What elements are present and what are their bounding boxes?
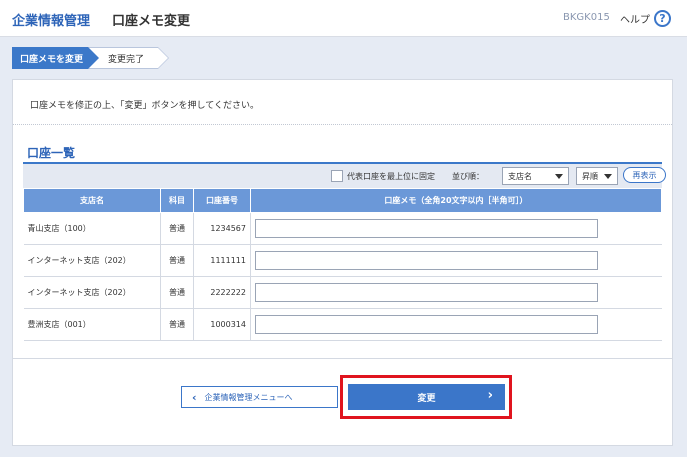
step-label: 変更完了: [108, 54, 145, 65]
table-row: インターネット支店（202） 普通 1111111: [23, 244, 662, 277]
help-link[interactable]: ヘルプ ?: [620, 7, 671, 29]
help-label: ヘルプ: [620, 14, 650, 26]
table-row: 青山支店（100） 普通 1234567: [23, 212, 662, 245]
caret-down-icon: [555, 174, 563, 179]
instruction-text: 口座メモを修正の上、「変更」ボタンを押してください。: [30, 101, 259, 111]
cell-number: 1234567: [193, 212, 251, 245]
table-row: 豊洲支店（001） 普通 1000314: [23, 308, 662, 341]
table-header-row: 支店名 科目 口座番号 口座メモ（全角20文字以内［半角可］）: [23, 188, 662, 213]
back-to-menu-button[interactable]: ‹ 企業情報管理メニューへ: [181, 386, 338, 408]
change-button-label: 変更: [417, 393, 436, 404]
back-button-label: 企業情報管理メニューへ: [204, 392, 293, 402]
caret-down-icon: [604, 174, 612, 179]
cell-memo: [250, 308, 662, 341]
sort-field-value: 支店名: [508, 171, 532, 181]
cell-branch: インターネット支店（202）: [23, 244, 161, 277]
cell-subject: 普通: [160, 308, 194, 341]
step-current: 口座メモを変更: [12, 47, 99, 69]
cell-subject: 普通: [160, 276, 194, 309]
cell-branch: 豊洲支店（001）: [23, 308, 161, 341]
cell-memo: [250, 212, 662, 245]
app-header: 企業情報管理 口座メモ変更 BKGK015 ヘルプ ?: [0, 0, 687, 37]
step-label: 口座メモを変更: [20, 54, 84, 65]
cell-branch: インターネット支店（202）: [23, 276, 161, 309]
section-title: 口座一覧: [27, 146, 76, 160]
sort-field-select[interactable]: 支店名: [502, 167, 569, 185]
memo-input[interactable]: [255, 315, 598, 334]
main-panel: 口座メモを修正の上、「変更」ボタンを押してください。 口座一覧 代表口座を最上位…: [12, 79, 673, 446]
col-header-memo: 口座メモ（全角20文字以内［半角可］）: [250, 188, 662, 213]
divider: [13, 124, 672, 125]
table-toolbar: 代表口座を最上位に固定 並び順： 支店名 昇順 再表示: [23, 164, 666, 188]
pin-representative-label: 代表口座を最上位に固定: [347, 172, 435, 181]
col-header-branch: 支店名: [23, 188, 161, 213]
cell-number: 1000314: [193, 308, 251, 341]
memo-input[interactable]: [255, 219, 598, 238]
cell-memo: [250, 276, 662, 309]
cell-subject: 普通: [160, 212, 194, 245]
chevron-right-icon: ›: [487, 388, 493, 403]
page-title: 口座メモ変更: [112, 14, 191, 29]
redisplay-button[interactable]: 再表示: [623, 167, 666, 183]
chevron-left-icon: ‹: [192, 390, 197, 404]
cell-number: 1111111: [193, 244, 251, 277]
sort-label: 並び順：: [452, 172, 484, 181]
col-header-subject: 科目: [160, 188, 194, 213]
sort-order-select[interactable]: 昇順: [576, 167, 618, 185]
divider: [13, 358, 672, 359]
cell-memo: [250, 244, 662, 277]
app-title: 企業情報管理: [12, 14, 91, 29]
account-table: 支店名 科目 口座番号 口座メモ（全角20文字以内［半角可］） 青山支店（100…: [23, 188, 662, 341]
cell-subject: 普通: [160, 244, 194, 277]
help-circle-icon: ?: [654, 9, 671, 27]
pin-representative-checkbox[interactable]: [331, 170, 343, 182]
change-button[interactable]: 変更 ›: [348, 384, 505, 410]
memo-input[interactable]: [255, 283, 598, 302]
progress-steps: 口座メモを変更 変更完了: [12, 47, 169, 69]
screen-id: BKGK015: [563, 12, 610, 23]
sort-order-value: 昇順: [582, 171, 598, 181]
memo-input[interactable]: [255, 251, 598, 270]
cell-number: 2222222: [193, 276, 251, 309]
cell-branch: 青山支店（100）: [23, 212, 161, 245]
col-header-number: 口座番号: [193, 188, 251, 213]
table-row: インターネット支店（202） 普通 2222222: [23, 276, 662, 309]
